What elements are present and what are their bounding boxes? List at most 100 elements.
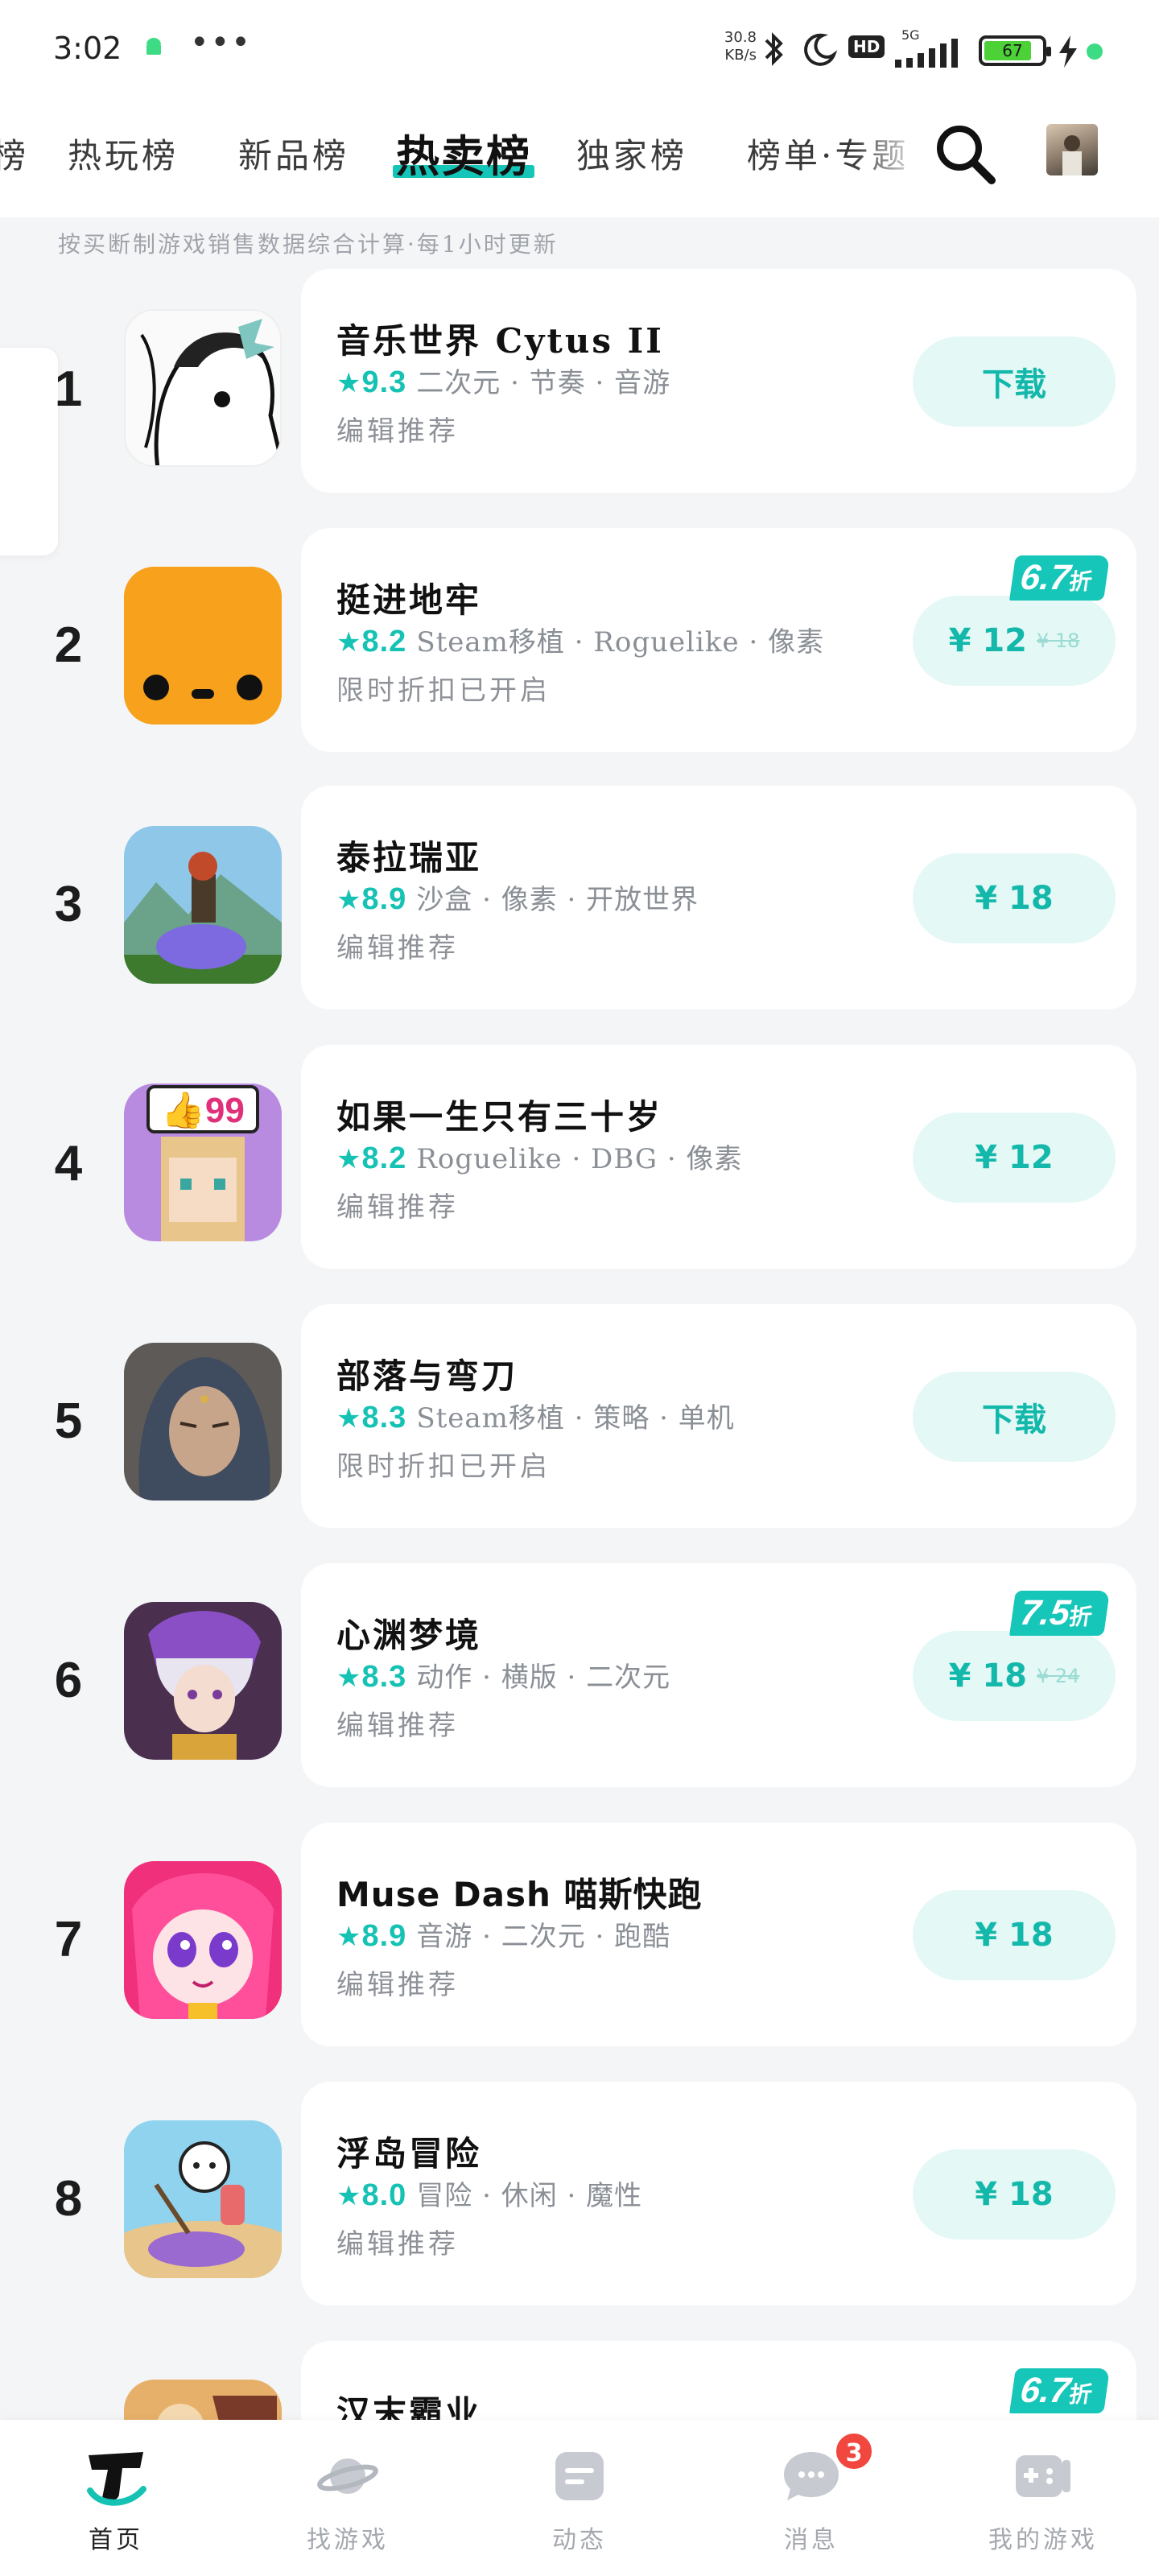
game-card[interactable]: 部落与弯刀 ★8.3 Steam移植 · 策略 · 单机 限时折扣已开启 下载 bbox=[301, 1304, 1136, 1528]
game-tags: 二次元 · 节奏 · 音游 bbox=[416, 367, 671, 399]
tab-fade bbox=[853, 116, 926, 196]
game-icon-terraria[interactable] bbox=[124, 826, 282, 984]
user-avatar[interactable] bbox=[1046, 124, 1098, 175]
tab-exclusive[interactable]: 独家榜 bbox=[576, 129, 687, 178]
signal-icon bbox=[895, 39, 958, 68]
game-meta: ★8.0 冒险 · 休闲 · 魔性 bbox=[336, 2174, 642, 2213]
nav-home[interactable]: 首页 bbox=[0, 2420, 232, 2576]
game-subtitle: 编辑推荐 bbox=[336, 415, 459, 448]
buy-button[interactable]: ¥ 18 bbox=[913, 2149, 1116, 2240]
download-button[interactable]: 下载 bbox=[913, 1372, 1116, 1462]
game-score: 8.3 bbox=[361, 1660, 407, 1694]
star-icon: ★ bbox=[336, 884, 362, 916]
game-subtitle: 编辑推荐 bbox=[336, 1710, 459, 1742]
game-score: 8.9 bbox=[361, 1919, 407, 1953]
rank-number: 6 bbox=[54, 1653, 83, 1708]
game-subtitle: 限时折扣已开启 bbox=[336, 675, 551, 707]
more-icon: ••• bbox=[190, 24, 252, 61]
unread-badge: 3 bbox=[834, 2431, 874, 2471]
android-icon bbox=[146, 38, 161, 55]
home-icon bbox=[87, 2452, 146, 2506]
nav-messages[interactable]: 3 消息 bbox=[695, 2420, 927, 2576]
game-score: 9.3 bbox=[361, 365, 407, 399]
game-tags: Roguelike · DBG · 像素 bbox=[416, 1143, 743, 1175]
game-icon-cytus[interactable] bbox=[124, 309, 282, 467]
nav-feed[interactable]: 动态 bbox=[464, 2420, 695, 2576]
star-icon: ★ bbox=[336, 2180, 362, 2212]
game-card[interactable]: 浮岛冒险 ★8.0 冒险 · 休闲 · 魔性 编辑推荐 ¥ 18 bbox=[301, 2082, 1136, 2306]
game-icon-muse-dash[interactable] bbox=[124, 1861, 282, 2019]
game-tags: 沙盒 · 像素 · 开放世界 bbox=[416, 884, 699, 916]
game-icon-tribes-scimitars[interactable] bbox=[124, 1343, 282, 1501]
battery-icon: 67 bbox=[979, 35, 1051, 66]
ranking-note: 按买断制游戏销售数据综合计算·每1小时更新 bbox=[58, 231, 559, 258]
discount-tag: 6.7折 bbox=[1009, 555, 1111, 601]
game-meta: ★8.9 音游 · 二次元 · 跑酷 bbox=[336, 1914, 670, 1954]
game-tags: Steam移植 · 策略 · 单机 bbox=[416, 1402, 735, 1435]
tab-new[interactable]: 新品榜 bbox=[238, 129, 349, 178]
buy-button[interactable]: ¥ 18 bbox=[913, 1890, 1116, 1980]
star-icon: ★ bbox=[336, 1662, 362, 1694]
game-tags: 音游 · 二次元 · 跑酷 bbox=[416, 1921, 671, 1953]
search-icon[interactable] bbox=[930, 119, 1000, 188]
original-price: ¥ 18 bbox=[1036, 630, 1080, 652]
game-score: 8.0 bbox=[361, 2178, 407, 2212]
game-tags: 动作 · 横版 · 二次元 bbox=[416, 1662, 671, 1694]
discount-tag: 6.7折 bbox=[1009, 2368, 1111, 2413]
game-title: 部落与弯刀 bbox=[336, 1356, 518, 1396]
buy-button[interactable]: ¥ 12 bbox=[913, 1113, 1116, 1203]
game-meta: ★8.2 Steam移植 · Roguelike · 像素 bbox=[336, 620, 824, 659]
game-title: 浮岛冒险 bbox=[336, 2134, 482, 2174]
gamepad-icon bbox=[1016, 2455, 1070, 2497]
game-icon-floating-island[interactable] bbox=[124, 2120, 282, 2278]
game-tags: Steam移植 · Roguelike · 像素 bbox=[416, 626, 825, 658]
buy-button[interactable]: ¥ 18 ¥ 24 bbox=[913, 1631, 1116, 1721]
svg-text:👍99: 👍99 bbox=[161, 1090, 245, 1130]
game-meta: ★8.3 动作 · 横版 · 二次元 bbox=[336, 1655, 670, 1695]
network-speed: 30.8 KB/s bbox=[724, 29, 757, 64]
tab-best-selling[interactable]: 热卖榜 bbox=[393, 121, 534, 184]
star-icon: ★ bbox=[336, 1402, 362, 1435]
game-meta: ★9.3 二次元 · 节奏 · 音游 bbox=[336, 361, 670, 400]
game-subtitle: 编辑推荐 bbox=[336, 2228, 459, 2260]
nav-my-games[interactable]: 我的游戏 bbox=[927, 2420, 1159, 2576]
nav-find-games[interactable]: 找游戏 bbox=[232, 2420, 464, 2576]
game-icon-thirty-years[interactable]: 👍99 bbox=[124, 1084, 282, 1241]
rank-number: 1 bbox=[54, 361, 83, 417]
bluetooth-icon bbox=[765, 32, 783, 66]
game-subtitle: 编辑推荐 bbox=[336, 1969, 459, 2001]
game-icon-enter-gungeon[interactable] bbox=[124, 567, 282, 724]
star-icon: ★ bbox=[336, 367, 362, 399]
game-title: Muse Dash 喵斯快跑 bbox=[336, 1875, 703, 1914]
buy-button[interactable]: ¥ 18 bbox=[913, 853, 1116, 943]
game-card[interactable]: 心渊梦境 ★8.3 动作 · 横版 · 二次元 编辑推荐 ¥ 18 ¥ 24 7.5… bbox=[301, 1563, 1136, 1787]
game-card[interactable]: Muse Dash 喵斯快跑 ★8.9 音游 · 二次元 · 跑酷 编辑推荐 ¥ … bbox=[301, 1823, 1136, 2046]
planet-icon bbox=[317, 2458, 378, 2494]
game-subtitle: 编辑推荐 bbox=[336, 1191, 459, 1224]
rank-number: 2 bbox=[54, 617, 83, 673]
rank-number: 3 bbox=[54, 877, 83, 932]
star-icon: ★ bbox=[336, 1143, 362, 1175]
game-card[interactable]: 音乐世界 Cytus II ★9.3 二次元 · 节奏 · 音游 编辑推荐 下载 bbox=[301, 269, 1136, 493]
rank-number: 7 bbox=[54, 1912, 83, 1967]
game-card[interactable]: 挺进地牢 ★8.2 Steam移植 · Roguelike · 像素 限时折扣已开… bbox=[301, 528, 1136, 752]
star-icon: ★ bbox=[336, 626, 362, 658]
game-card[interactable]: 泰拉瑞亚 ★8.9 沙盒 · 像素 · 开放世界 编辑推荐 ¥ 18 bbox=[301, 786, 1136, 1009]
buy-button[interactable]: ¥ 12 ¥ 18 bbox=[913, 596, 1116, 686]
star-icon: ★ bbox=[336, 1921, 362, 1953]
nav-label: 动态 bbox=[552, 2526, 607, 2554]
game-score: 8.3 bbox=[361, 1401, 407, 1435]
download-button[interactable]: 下载 bbox=[913, 336, 1116, 427]
game-title: 泰拉瑞亚 bbox=[336, 838, 482, 877]
tab-hot-play[interactable]: 热玩榜 bbox=[68, 129, 179, 178]
game-title: 心渊梦境 bbox=[336, 1616, 482, 1655]
game-card[interactable]: 如果一生只有三十岁 ★8.2 Roguelike · DBG · 像素 编辑推荐 … bbox=[301, 1045, 1136, 1269]
game-title: 如果一生只有三十岁 bbox=[336, 1097, 663, 1137]
discount-tag: 7.5折 bbox=[1009, 1591, 1111, 1636]
game-meta: ★8.9 沙盒 · 像素 · 开放世界 bbox=[336, 877, 699, 917]
moon-icon bbox=[804, 33, 838, 66]
ranking-tabs: 榜 热玩榜 新品榜 热卖榜 独家榜 榜单·专题 bbox=[0, 100, 1159, 217]
game-icon-dream-abyss[interactable] bbox=[124, 1602, 282, 1760]
rank-number: 5 bbox=[54, 1393, 83, 1449]
tab-previous[interactable]: 榜 bbox=[0, 129, 29, 178]
